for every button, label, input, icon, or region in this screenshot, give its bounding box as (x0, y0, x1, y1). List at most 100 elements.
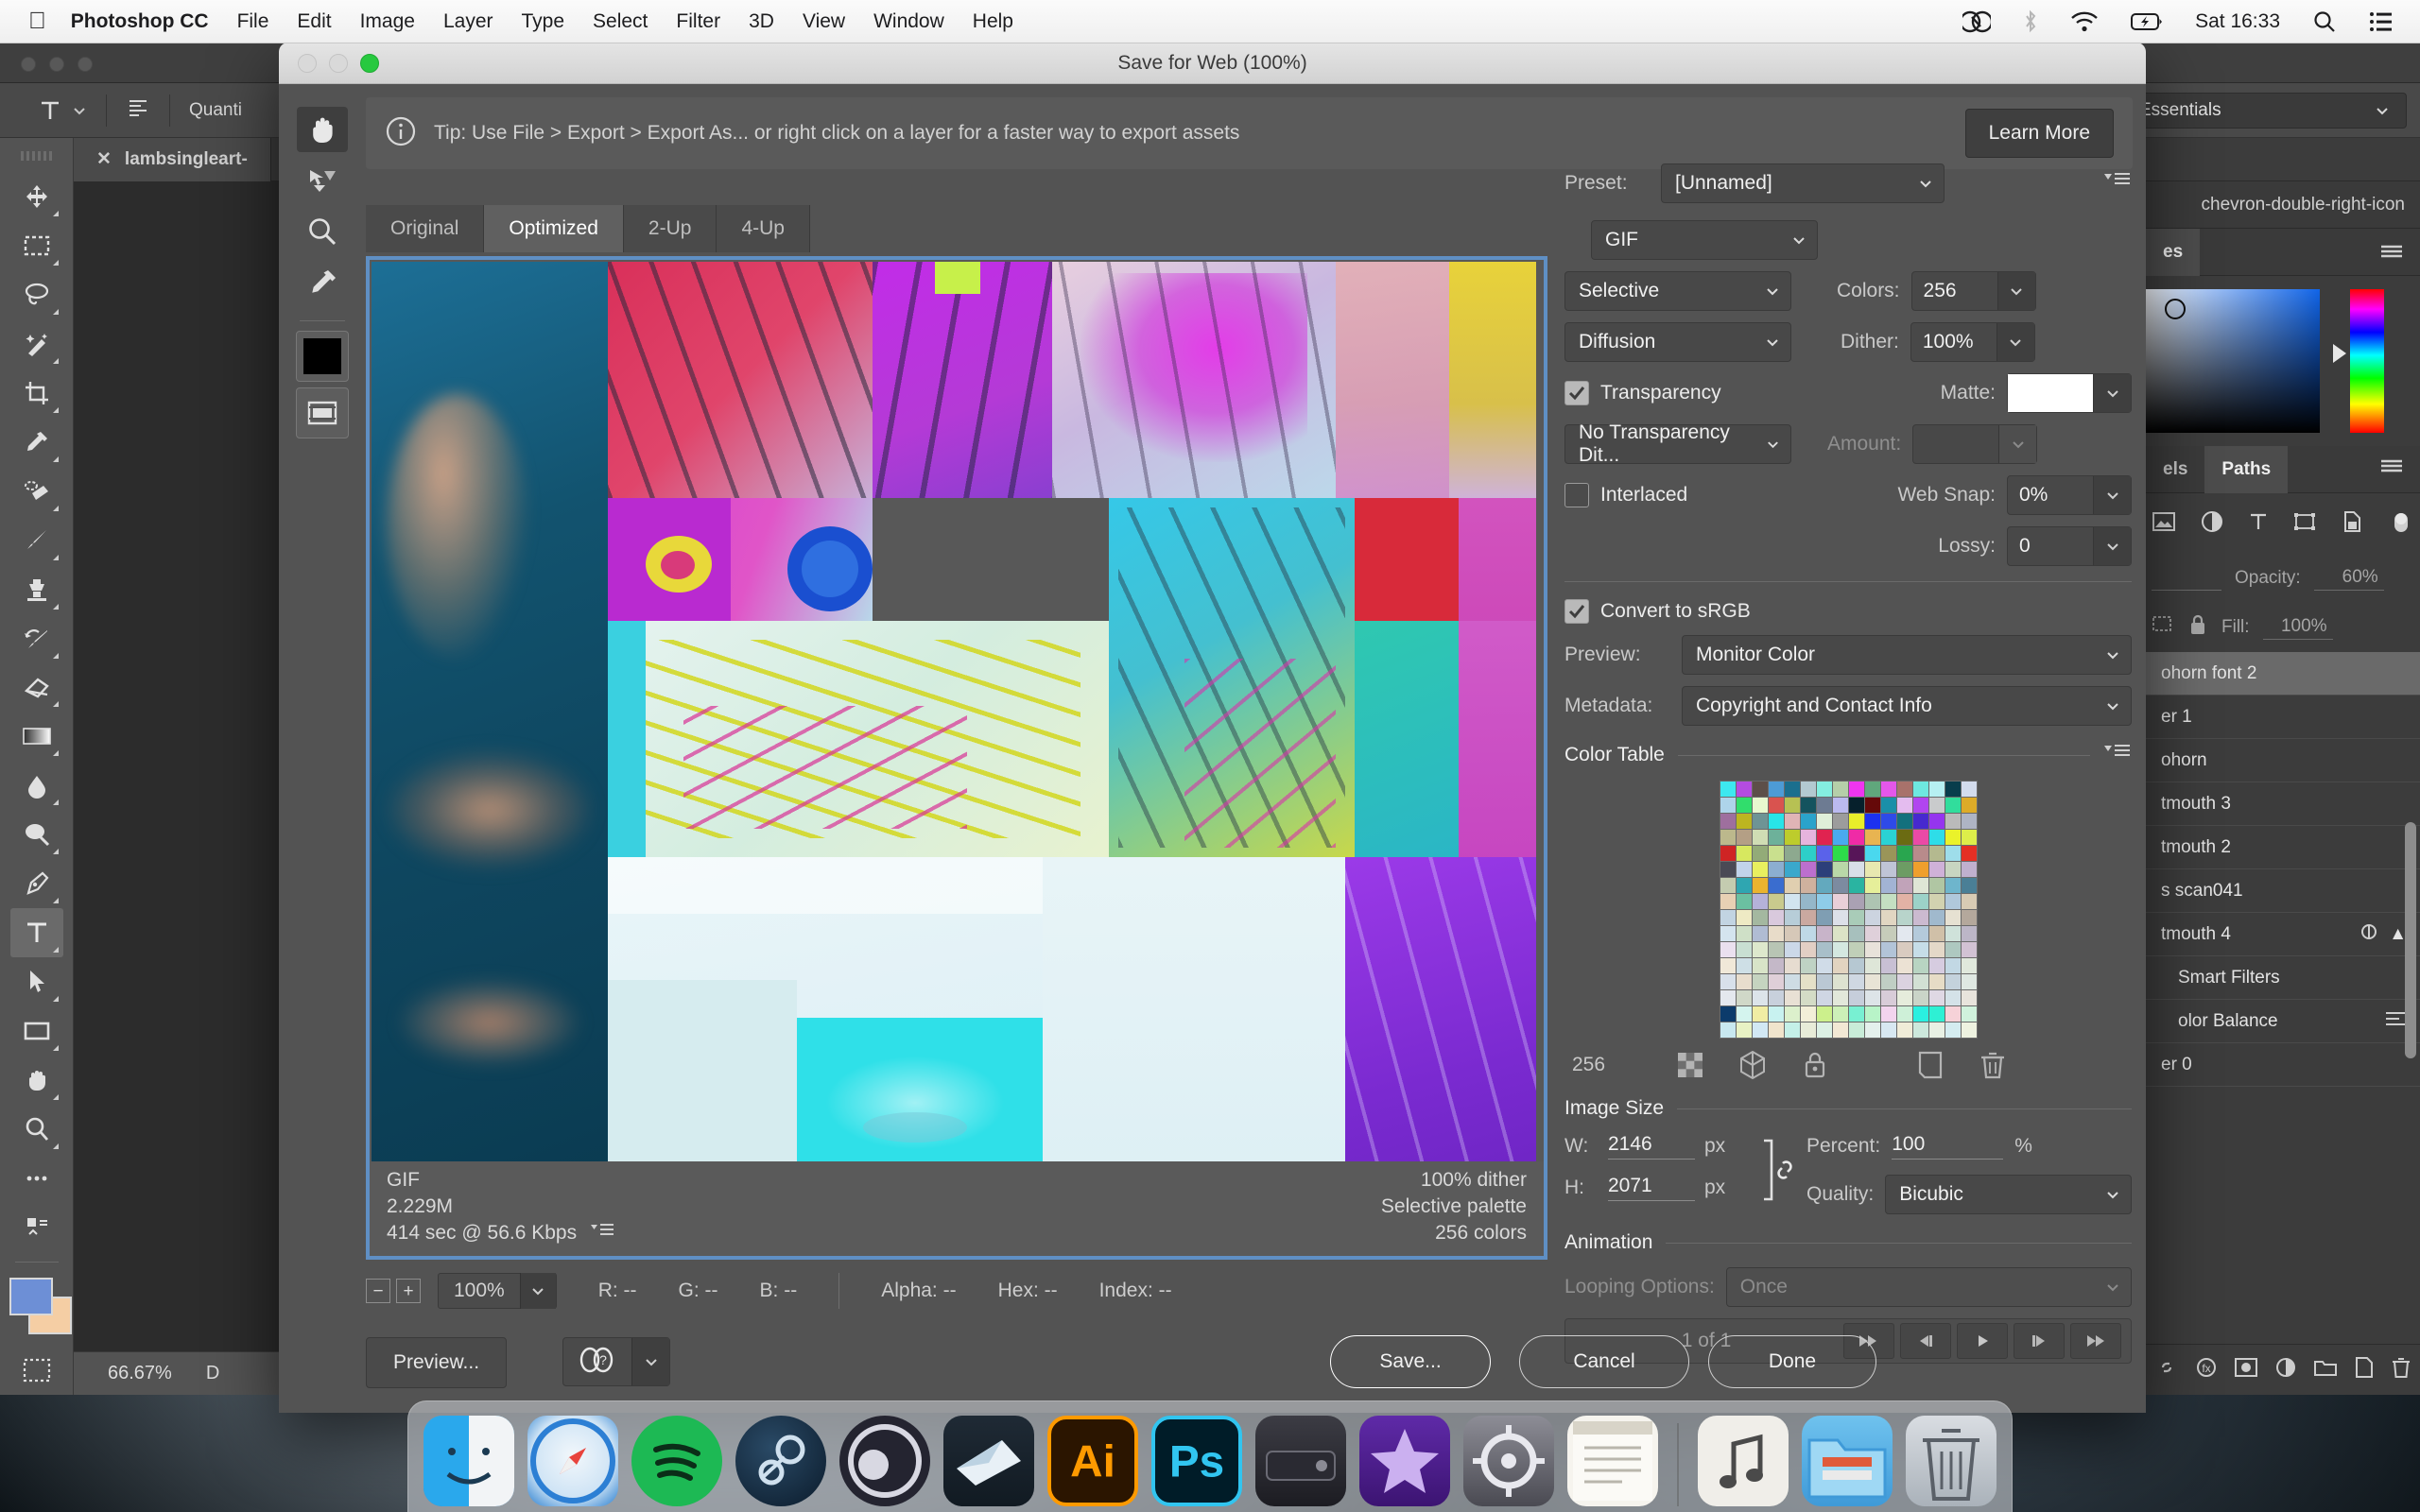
pen-tool-icon[interactable] (10, 859, 63, 908)
chevron-down-icon[interactable] (2093, 374, 2131, 412)
color-swatch[interactable] (1768, 1006, 1784, 1022)
color-swatch[interactable] (1832, 782, 1848, 797)
color-swatch[interactable] (1961, 910, 1977, 925)
color-swatch[interactable] (1961, 958, 1977, 973)
convert-srgb-checkbox[interactable] (1564, 599, 1589, 624)
color-swatch[interactable] (1816, 894, 1832, 909)
color-swatch[interactable] (1945, 974, 1961, 989)
optimized-preview-frame[interactable]: GIF 2.229M 414 sec @ 56.6 Kbps 100% dith… (366, 256, 1547, 1260)
delete-layer-icon[interactable] (2391, 1356, 2411, 1383)
crop-tool-icon[interactable] (10, 369, 63, 418)
color-swatch[interactable] (1768, 958, 1784, 973)
color-swatch[interactable] (1720, 1022, 1736, 1038)
color-swatch[interactable] (1752, 830, 1768, 845)
color-swatch[interactable] (1832, 878, 1848, 893)
photoshop-icon[interactable]: Ps (1151, 1416, 1242, 1506)
color-swatch[interactable] (1816, 1022, 1832, 1038)
filter-image-icon[interactable] (2152, 511, 2176, 537)
color-swatch[interactable] (1961, 894, 1977, 909)
color-swatch[interactable] (1800, 814, 1816, 829)
color-swatch[interactable] (1880, 990, 1896, 1005)
color-swatch[interactable] (1720, 974, 1736, 989)
photoshop-toolbar[interactable] (0, 138, 74, 1395)
ps-minimize-button[interactable] (49, 57, 64, 72)
color-swatch[interactable] (1848, 878, 1864, 893)
color-swatch[interactable] (1848, 782, 1864, 797)
width-input[interactable]: 2146 (1608, 1133, 1695, 1160)
color-swatch[interactable] (1736, 910, 1752, 925)
color-swatch[interactable] (1896, 798, 1912, 813)
zoom-in-icon[interactable]: + (396, 1279, 421, 1303)
color-swatch[interactable] (1928, 910, 1945, 925)
color-swatch[interactable] (1768, 862, 1784, 877)
color-swatch[interactable] (1945, 782, 1961, 797)
menu-item-help[interactable]: Help (973, 10, 1013, 33)
hand-tool-icon[interactable] (297, 107, 348, 152)
lossy-value[interactable]: 0 (2008, 535, 2093, 558)
spotify-icon[interactable] (631, 1416, 722, 1506)
color-swatch[interactable] (1768, 814, 1784, 829)
zoom-tool-icon[interactable] (297, 209, 348, 254)
color-swatch[interactable] (1961, 974, 1977, 989)
new-group-icon[interactable] (2313, 1357, 2338, 1383)
color-swatch[interactable] (1912, 1022, 1928, 1038)
ps-close-button[interactable] (21, 57, 36, 72)
chevron-double-right-icon[interactable]: chevron-double-right-icon (2202, 195, 2420, 215)
color-swatch[interactable] (1945, 926, 1961, 941)
color-swatch[interactable] (1720, 958, 1736, 973)
layers-scrollbar[interactable] (2405, 822, 2416, 1058)
slice-select-tool-icon[interactable] (297, 158, 348, 203)
color-swatch[interactable] (1720, 878, 1736, 893)
color-swatch[interactable] (1832, 894, 1848, 909)
palette-select[interactable]: Selective (1564, 271, 1791, 311)
color-swatch[interactable] (1912, 798, 1928, 813)
menu-item-filter[interactable]: Filter (676, 10, 720, 33)
color-swatch[interactable] (1928, 798, 1945, 813)
color-swatch[interactable] (1816, 990, 1832, 1005)
color-swatch[interactable] (1945, 894, 1961, 909)
color-swatch[interactable] (1720, 926, 1736, 941)
dodge-tool-icon[interactable] (10, 810, 63, 859)
color-picker-cursor[interactable] (2165, 299, 2186, 319)
color-swatch[interactable] (1736, 894, 1752, 909)
safari-icon[interactable] (527, 1416, 618, 1506)
color-swatch[interactable] (1961, 926, 1977, 941)
done-button[interactable]: Done (1708, 1335, 1876, 1388)
color-swatch[interactable] (1945, 830, 1961, 845)
color-swatch[interactable] (1880, 814, 1896, 829)
color-swatch[interactable] (1832, 926, 1848, 941)
color-swatch[interactable] (1880, 1006, 1896, 1022)
tab-swatches[interactable]: es (2146, 228, 2201, 276)
color-swatch[interactable] (1848, 990, 1864, 1005)
color-swatch[interactable] (1945, 1022, 1961, 1038)
color-swatch[interactable] (1816, 798, 1832, 813)
color-swatch[interactable] (1720, 798, 1736, 813)
color-swatch[interactable] (1752, 1022, 1768, 1038)
color-swatch[interactable] (1768, 1022, 1784, 1038)
color-swatch[interactable] (1800, 862, 1816, 877)
macos-dock[interactable]: Ai Ps (407, 1400, 2013, 1512)
panel-menu-icon[interactable] (590, 1222, 614, 1245)
color-swatch[interactable] (1816, 862, 1832, 877)
eyedropper-color-swatch[interactable] (296, 331, 349, 382)
color-gradient-field[interactable] (2140, 289, 2320, 433)
delete-swatch-icon[interactable] (1962, 1050, 2024, 1080)
color-swatch[interactable] (1816, 942, 1832, 957)
color-swatch[interactable] (1880, 862, 1896, 877)
color-swatch[interactable] (1736, 814, 1752, 829)
color-swatch[interactable] (1864, 958, 1880, 973)
color-swatch[interactable] (1864, 990, 1880, 1005)
percent-input[interactable]: 100 (1892, 1133, 2004, 1160)
color-swatch[interactable] (1784, 1022, 1800, 1038)
clone-stamp-tool-icon[interactable] (10, 565, 63, 614)
trash-icon[interactable] (1906, 1416, 1996, 1506)
paragraph-align-icon[interactable] (126, 95, 150, 126)
color-swatch[interactable] (1800, 942, 1816, 957)
color-swatch[interactable] (1752, 910, 1768, 925)
notes-icon[interactable] (1567, 1416, 1658, 1506)
color-swatch[interactable] (1752, 926, 1768, 941)
color-swatch[interactable] (1912, 974, 1928, 989)
color-swatch[interactable] (1912, 990, 1928, 1005)
panel-menu-icon[interactable] (2378, 243, 2420, 262)
web-snap-value[interactable]: 0% (2008, 484, 2093, 507)
